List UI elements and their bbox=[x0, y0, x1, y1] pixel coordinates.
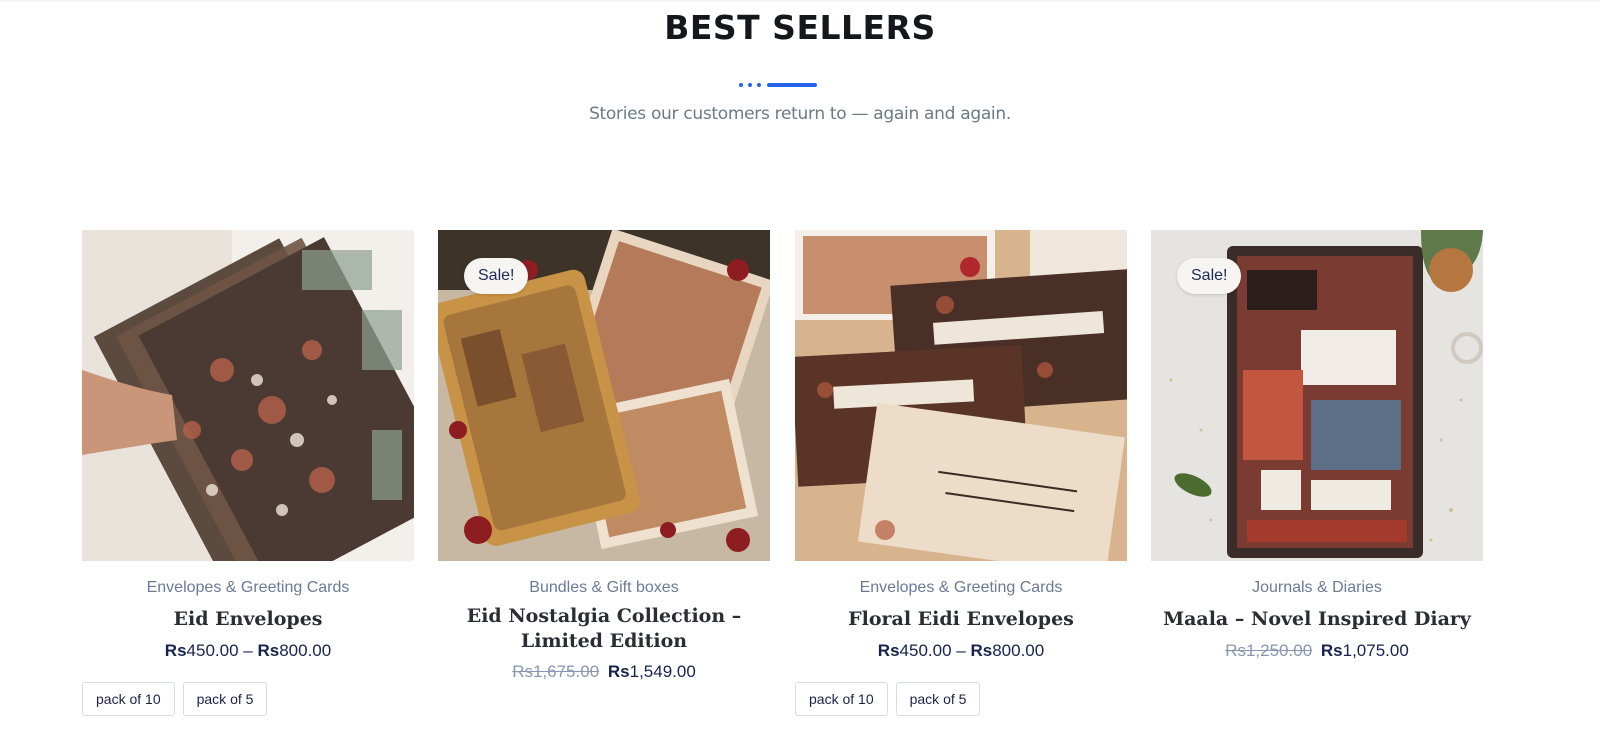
product-title[interactable]: Floral Eidi Envelopes bbox=[795, 607, 1127, 632]
divider-dot bbox=[739, 83, 743, 87]
price-min: 450.00 bbox=[186, 641, 239, 660]
section-title: BEST SELLERS bbox=[664, 8, 936, 47]
old-price: Rs1,675.00 bbox=[512, 662, 599, 681]
divider-bar bbox=[767, 83, 817, 87]
product-price: Rs1,675.00 Rs1,549.00 bbox=[438, 662, 770, 682]
sale-badge: Sale! bbox=[464, 258, 529, 294]
old-price-value: 1,675.00 bbox=[532, 662, 600, 681]
product-price: Rs1,250.00 Rs1,075.00 bbox=[1151, 641, 1483, 661]
product-title[interactable]: Eid Nostalgia Collection – Limited Editi… bbox=[438, 604, 770, 654]
variant-button[interactable]: pack of 5 bbox=[182, 682, 268, 716]
currency-symbol: Rs bbox=[877, 641, 900, 660]
old-price-value: 1,250.00 bbox=[1245, 641, 1313, 660]
product-category[interactable]: Envelopes & Greeting Cards bbox=[795, 579, 1127, 597]
currency-symbol: Rs bbox=[970, 641, 993, 660]
product-image[interactable]: Sale! bbox=[1151, 230, 1483, 561]
divider-dot bbox=[748, 83, 752, 87]
variant-options: pack of 10 pack of 5 bbox=[795, 682, 1127, 716]
price-max: 800.00 bbox=[279, 641, 332, 660]
sale-price: 1,075.00 bbox=[1342, 641, 1409, 660]
sale-badge: Sale! bbox=[1177, 258, 1242, 294]
product-image[interactable] bbox=[82, 230, 414, 561]
price-separator: – bbox=[956, 641, 966, 660]
price-max: 800.00 bbox=[992, 641, 1045, 660]
old-price: Rs1,250.00 bbox=[1225, 641, 1312, 660]
section-subtitle: Stories our customers return to — again … bbox=[589, 104, 1011, 124]
product-card[interactable]: Sale! Journals & Diaries Maala – Novel I… bbox=[1151, 230, 1483, 661]
variant-button[interactable]: pack of 5 bbox=[895, 682, 981, 716]
variant-button[interactable]: pack of 10 bbox=[795, 682, 888, 716]
header-shadow bbox=[0, 0, 1600, 3]
product-title[interactable]: Eid Envelopes bbox=[82, 607, 414, 632]
product-image[interactable] bbox=[795, 230, 1127, 561]
price-separator: – bbox=[243, 641, 253, 660]
variant-button[interactable]: pack of 10 bbox=[82, 682, 175, 716]
product-category[interactable]: Bundles & Gift boxes bbox=[438, 579, 770, 597]
product-image[interactable]: Sale! bbox=[438, 230, 770, 561]
currency-symbol: Rs bbox=[607, 662, 630, 681]
currency-symbol: Rs bbox=[512, 662, 533, 681]
product-category[interactable]: Envelopes & Greeting Cards bbox=[82, 579, 414, 597]
currency-symbol: Rs bbox=[164, 641, 187, 660]
title-divider bbox=[739, 82, 817, 88]
product-price-range: Rs450.00 – Rs800.00 bbox=[82, 641, 414, 661]
currency-symbol: Rs bbox=[257, 641, 280, 660]
divider-dot bbox=[757, 83, 761, 87]
product-card[interactable]: Sale! Bundles & Gift boxes Eid Nostalgia… bbox=[438, 230, 770, 682]
product-card[interactable]: Envelopes & Greeting Cards Floral Eidi E… bbox=[795, 230, 1127, 716]
currency-symbol: Rs bbox=[1225, 641, 1246, 660]
variant-options: pack of 10 pack of 5 bbox=[82, 682, 414, 716]
product-price-range: Rs450.00 – Rs800.00 bbox=[795, 641, 1127, 661]
product-category[interactable]: Journals & Diaries bbox=[1151, 579, 1483, 597]
price-min: 450.00 bbox=[899, 641, 952, 660]
product-title[interactable]: Maala – Novel Inspired Diary bbox=[1151, 607, 1483, 632]
product-card[interactable]: Envelopes & Greeting Cards Eid Envelopes… bbox=[82, 230, 414, 716]
currency-symbol: Rs bbox=[1320, 641, 1343, 660]
sale-price: 1,549.00 bbox=[629, 662, 696, 681]
